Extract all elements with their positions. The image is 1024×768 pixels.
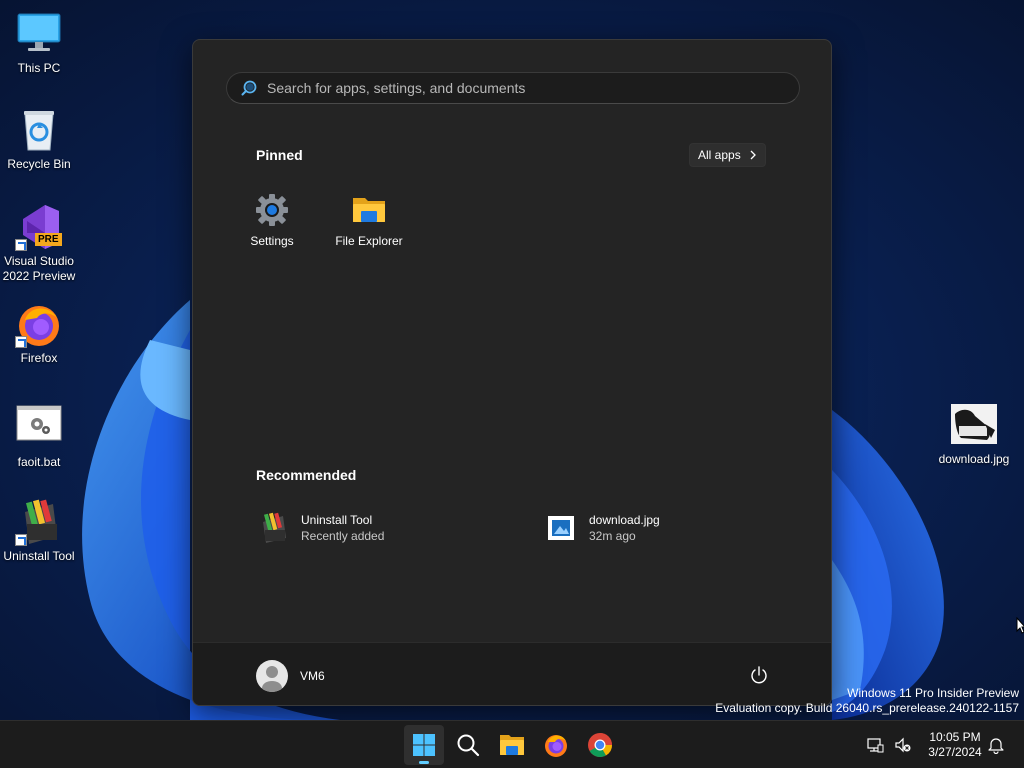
desktop-icon-label: download.jpg	[938, 452, 1010, 466]
visual-studio-icon: PRE	[15, 203, 63, 251]
all-apps-button[interactable]: All apps	[689, 143, 766, 167]
system-tray	[866, 721, 912, 768]
desktop-icon-label: Visual Studio 2022 Preview	[2, 254, 76, 283]
desktop-icon-label: faoit.bat	[17, 455, 61, 469]
folder-icon	[351, 192, 387, 228]
clock-date: 3/27/2024	[928, 745, 982, 759]
pinned-heading: Pinned	[256, 147, 303, 163]
watermark-line-1: Windows 11 Pro Insider Preview	[847, 686, 1019, 700]
user-name: VM6	[300, 669, 325, 683]
taskbar: 10:05 PM 3/27/2024	[0, 720, 1024, 768]
file-explorer-icon	[500, 735, 524, 755]
recommended-item-download-jpg[interactable]: download.jpg 32m ago	[545, 512, 660, 544]
monitor-icon	[15, 10, 63, 58]
start-button[interactable]	[404, 725, 444, 765]
desktop-icon-faoit-bat[interactable]: faoit.bat	[0, 404, 78, 470]
desktop-icon-label: Firefox	[20, 351, 58, 365]
desktop-icon-uninstall-tool[interactable]: Uninstall Tool	[0, 498, 78, 564]
all-apps-label: All apps	[698, 148, 741, 162]
start-menu: Pinned All apps	[192, 39, 832, 706]
desktop-icon-label: This PC	[17, 61, 61, 75]
volume-muted-icon[interactable]	[894, 736, 912, 754]
recommended-heading: Recommended	[256, 467, 357, 483]
start-icon	[413, 734, 435, 756]
mouse-cursor-icon	[1016, 617, 1024, 634]
taskbar-search-button[interactable]	[448, 725, 488, 765]
pinned-app-label: File Explorer	[335, 234, 403, 248]
power-icon	[751, 666, 767, 684]
recommended-item-name: Uninstall Tool	[301, 513, 373, 527]
search-icon	[241, 80, 257, 96]
evaluation-watermark: Windows 11 Pro Insider Preview Evaluatio…	[715, 686, 1019, 716]
taskbar-firefox[interactable]	[536, 725, 576, 765]
recommended-item-detail: 32m ago	[589, 529, 636, 543]
chrome-icon	[588, 733, 612, 758]
chevron-right-icon	[750, 150, 756, 160]
firefox-icon	[15, 300, 63, 348]
settings-gear-icon	[254, 192, 290, 228]
desktop-icon-firefox[interactable]: Firefox	[0, 300, 78, 366]
user-account-button[interactable]: VM6	[256, 660, 325, 692]
shortcut-arrow-icon	[15, 336, 27, 348]
preview-badge: PRE	[35, 233, 62, 246]
avatar	[256, 660, 288, 692]
notification-button[interactable]	[988, 721, 1004, 768]
clock[interactable]: 10:05 PM 3/27/2024	[920, 730, 990, 760]
uninstall-tool-icon	[15, 498, 63, 546]
firefox-icon	[545, 735, 567, 757]
pinned-app-label: Settings	[250, 234, 294, 248]
search-icon	[457, 734, 480, 757]
desktop-icon-label: Recycle Bin	[7, 157, 71, 171]
watermark-line-2: Evaluation copy. Build 26040.rs_prerelea…	[715, 701, 1019, 715]
pinned-app-file-explorer[interactable]: File Explorer	[321, 192, 417, 248]
recommended-item-detail: Recently added	[301, 529, 385, 543]
desktop-icon-visual-studio[interactable]: PRE Visual Studio 2022 Preview	[0, 203, 78, 284]
desktop-icon-this-pc[interactable]: This PC	[0, 10, 78, 76]
recommended-item-name: download.jpg	[589, 513, 660, 527]
shortcut-arrow-icon	[15, 239, 27, 251]
image-file-icon	[545, 512, 577, 544]
recycle-bin-icon	[15, 106, 63, 154]
uninstall-tool-icon	[257, 512, 289, 544]
desktop-icon-download-jpg[interactable]: download.jpg	[935, 404, 1013, 467]
desktop-icon-label: Uninstall Tool	[3, 549, 75, 563]
pinned-app-settings[interactable]: Settings	[224, 192, 320, 248]
clock-time: 10:05 PM	[929, 730, 981, 744]
batch-file-icon	[15, 404, 63, 452]
taskbar-chrome[interactable]	[580, 725, 620, 765]
recommended-item-uninstall-tool[interactable]: Uninstall Tool Recently added	[257, 512, 384, 544]
network-icon[interactable]	[866, 736, 884, 754]
shortcut-arrow-icon	[15, 534, 27, 546]
image-thumbnail-icon	[951, 404, 997, 444]
desktop-icon-recycle-bin[interactable]: Recycle Bin	[0, 106, 78, 172]
start-search-box[interactable]	[226, 72, 800, 104]
search-input[interactable]	[267, 80, 747, 96]
taskbar-file-explorer[interactable]	[492, 725, 532, 765]
power-button[interactable]	[749, 665, 769, 685]
bell-icon	[988, 738, 1004, 754]
